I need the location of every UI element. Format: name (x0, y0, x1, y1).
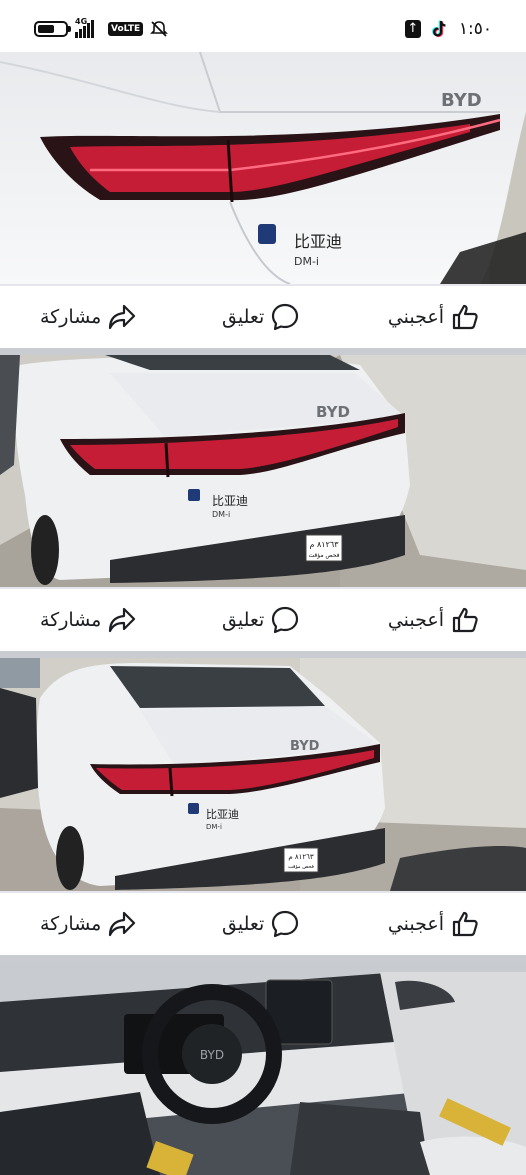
brand-badge-2: BYD (316, 403, 350, 421)
comment-label: تعليق (222, 609, 265, 631)
status-icons-left: 4G VoLTE (34, 17, 169, 40)
model-badge-1: DM-i (294, 255, 319, 268)
speech-bubble-icon (270, 605, 300, 635)
share-label: مشاركة (40, 306, 102, 328)
battery-icon (34, 21, 71, 37)
like-label: أعجبني (387, 609, 444, 631)
tiktok-icon (431, 19, 449, 39)
share-button[interactable]: مشاركة (40, 286, 137, 348)
post-photo-1[interactable]: BYD 比亚迪 DM-i (0, 52, 526, 284)
status-icons-right: ↑ ١:٥٠ (404, 16, 492, 42)
mute-icon (150, 20, 169, 38)
share-arrow-icon (107, 302, 137, 332)
share-button[interactable]: مشاركة (40, 589, 137, 651)
clock: ١:٥٠ (458, 19, 492, 39)
comment-label: تعليق (222, 306, 265, 328)
like-button[interactable]: أعجبني (388, 589, 480, 651)
post-action-bar-1: أعجبني تعليق مشاركة (0, 286, 526, 348)
post-action-bar-2: أعجبني تعليق مشاركة (0, 589, 526, 651)
brand-badge-1: BYD (441, 90, 482, 111)
chinese-badge-2: 比亚迪 (212, 494, 248, 508)
comment-button[interactable]: تعليق (222, 286, 300, 348)
volte-badge: VoLTE (108, 22, 144, 36)
comment-button[interactable]: تعليق (222, 893, 300, 955)
post-photo-4[interactable]: BYD (0, 962, 526, 1175)
like-button[interactable]: أعجبني (388, 286, 480, 348)
speech-bubble-icon (270, 302, 300, 332)
post-photo-2[interactable]: BYD 比亚迪 DM-i ٨١٢٦٣ م فحص مؤقت (0, 355, 526, 587)
plate-number-2: ٨١٢٦٣ م (310, 540, 340, 549)
network-type-label: 4G (75, 17, 88, 26)
plate-sub-2: فحص مؤقت (308, 552, 339, 559)
status-bar: 4G VoLTE ↑ ١:٥٠ (0, 0, 526, 56)
post-divider (0, 955, 526, 962)
comment-label: تعليق (222, 913, 265, 935)
brand-badge-3: BYD (290, 739, 320, 754)
chinese-badge-3: 比亚迪 (206, 808, 239, 821)
thumbs-up-icon (450, 302, 480, 332)
like-label: أعجبني (387, 913, 444, 935)
share-arrow-icon (107, 605, 137, 635)
model-badge-2: DM-i (212, 510, 230, 519)
comment-button[interactable]: تعليق (222, 589, 300, 651)
plate-number-3: ٨١٢٦٣ م (288, 853, 314, 861)
speech-bubble-icon (270, 909, 300, 939)
share-label: مشاركة (40, 913, 102, 935)
thumbs-up-icon (450, 605, 480, 635)
model-badge-3: DM-i (206, 823, 222, 831)
post-photo-3[interactable]: BYD 比亚迪 DM-i ٨١٢٦٣ م فحص مؤقت (0, 658, 526, 891)
post-divider (0, 348, 526, 355)
like-label: أعجبني (387, 306, 444, 328)
post-action-bar-3: أعجبني تعليق مشاركة (0, 893, 526, 955)
share-button[interactable]: مشاركة (40, 893, 137, 955)
svg-text:BYD: BYD (200, 1048, 224, 1062)
signal-icon: 4G (75, 17, 101, 38)
share-arrow-icon (107, 909, 137, 939)
thumbs-up-icon (450, 909, 480, 939)
chinese-badge-1: 比亚迪 (294, 232, 342, 251)
post-divider (0, 651, 526, 658)
share-label: مشاركة (40, 609, 102, 631)
upload-icon: ↑ (404, 20, 421, 38)
plate-sub-3: فحص مؤقت (288, 864, 315, 870)
like-button[interactable]: أعجبني (388, 893, 480, 955)
